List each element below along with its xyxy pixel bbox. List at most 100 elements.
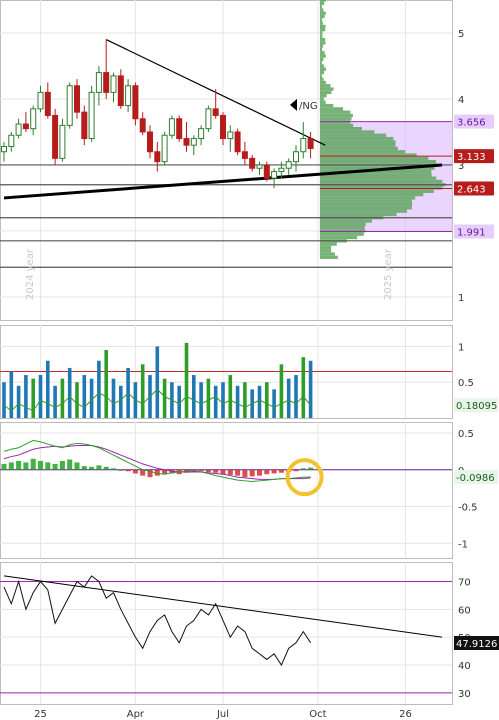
volume-bar xyxy=(221,382,225,418)
candle-body xyxy=(117,75,124,107)
candle-body xyxy=(198,128,205,140)
candle-body xyxy=(256,164,263,169)
volume-profile-bar xyxy=(319,100,326,104)
volume-profile-bar xyxy=(319,113,353,118)
macd-histogram-bar xyxy=(242,469,248,478)
volume-profile-bar xyxy=(319,176,437,180)
x-tick-label: Apr xyxy=(127,709,145,720)
macd-histogram-bar xyxy=(45,462,51,470)
volume-profile-bar xyxy=(319,249,332,253)
volume-profile-bar xyxy=(319,127,362,131)
candle-body xyxy=(37,91,44,110)
volume-profile-bar xyxy=(319,130,375,134)
x-tick-label: Oct xyxy=(309,709,326,720)
candle-body xyxy=(81,111,88,140)
candle-body xyxy=(52,114,59,159)
macd-histogram-bar xyxy=(74,462,80,470)
macd-histogram-bar xyxy=(38,460,43,470)
price-tag-label: 1.991 xyxy=(457,228,486,239)
volume-profile-bar xyxy=(319,31,323,35)
macd-histogram-bar xyxy=(125,469,131,472)
volume-bar xyxy=(257,385,262,418)
volume-profile-bar xyxy=(319,87,334,91)
volume-bar xyxy=(16,385,21,418)
volume-profile-bar xyxy=(319,140,396,144)
volume-profile-bar xyxy=(319,202,413,207)
volume-profile-bar xyxy=(319,47,323,52)
volume-profile-bar xyxy=(319,192,424,197)
volume-profile-bar xyxy=(319,94,327,98)
volume-bar xyxy=(97,360,101,418)
macd-histogram-bar xyxy=(198,469,204,472)
volume-bar xyxy=(301,357,306,418)
y-tick-label: 0.5 xyxy=(458,378,474,389)
volume-profile-bar xyxy=(319,123,354,128)
volume-profile-bar xyxy=(319,150,406,154)
volume-profile-bar xyxy=(319,21,323,25)
volume-bar xyxy=(308,360,313,418)
macd-histogram-bar xyxy=(8,462,14,470)
volume-profile-bar xyxy=(319,0,326,2)
candle-body xyxy=(103,72,110,93)
candle-body xyxy=(44,91,51,116)
y-tick-label: -1 xyxy=(458,539,468,550)
candle-body xyxy=(8,134,15,147)
volume-bar xyxy=(294,375,298,418)
volume-profile-bar xyxy=(319,196,416,200)
volume-profile-bar xyxy=(319,37,326,42)
candle-body xyxy=(220,114,226,140)
macd-histogram-bar xyxy=(132,469,138,474)
volume-profile-bar xyxy=(319,4,322,9)
volume-profile-bar xyxy=(319,255,338,259)
candle-body xyxy=(176,118,183,140)
rsi-line xyxy=(3,575,312,667)
volume-bar xyxy=(60,378,65,418)
macd-histogram-bar xyxy=(30,458,36,470)
candle-body xyxy=(154,151,161,163)
volume-profile-bar xyxy=(319,44,323,48)
macd-histogram-bar xyxy=(67,459,73,470)
candle-body xyxy=(205,108,212,130)
volume-profile-bar xyxy=(319,74,322,78)
volume-bar xyxy=(38,375,43,418)
volume-profile-bar xyxy=(319,232,364,236)
volume-profile-bar xyxy=(319,67,326,71)
volume-bar xyxy=(111,378,116,418)
macd-histogram-bar xyxy=(264,469,270,475)
volume-bar xyxy=(155,346,160,418)
panel-frame-rsi xyxy=(0,562,453,705)
macd-histogram-bar xyxy=(103,466,109,470)
volume-profile-bar xyxy=(319,18,323,22)
macd-histogram-bar xyxy=(249,469,255,477)
candle-body xyxy=(132,85,139,120)
volume-profile-bar xyxy=(319,97,324,101)
volume-bar xyxy=(279,364,284,418)
macd-value-label: -0.0986 xyxy=(456,473,495,484)
volume-profile-bar xyxy=(319,8,324,12)
volume-bar xyxy=(265,382,269,418)
candle-body xyxy=(88,91,95,140)
panel-frame-macd xyxy=(0,422,453,559)
candle-body xyxy=(1,145,7,153)
volume-profile-bar xyxy=(319,61,322,65)
candle-body xyxy=(300,138,307,153)
volume-profile-bar xyxy=(319,80,326,85)
volume-profile-bar xyxy=(319,103,334,108)
volume-bar xyxy=(46,360,50,418)
candle-body xyxy=(66,85,73,126)
volume-profile-bar xyxy=(319,160,437,164)
volume-profile-bar xyxy=(319,189,434,193)
volume-profile-bar xyxy=(319,179,443,184)
candle-body xyxy=(139,118,146,133)
macd-histogram-bar xyxy=(227,469,233,475)
volume-profile-bar xyxy=(319,199,412,203)
macd-histogram-bar xyxy=(213,469,219,473)
volume-bar xyxy=(243,382,247,418)
price-tag-label: 3.656 xyxy=(457,118,486,129)
volume-profile-bar xyxy=(319,77,324,81)
macd-histogram-bar xyxy=(23,462,29,470)
y-tick-label: 30 xyxy=(458,689,471,700)
year-label: 2025 year xyxy=(383,248,394,300)
volume-profile-bar xyxy=(319,51,325,55)
volume-profile-bar xyxy=(319,219,372,223)
